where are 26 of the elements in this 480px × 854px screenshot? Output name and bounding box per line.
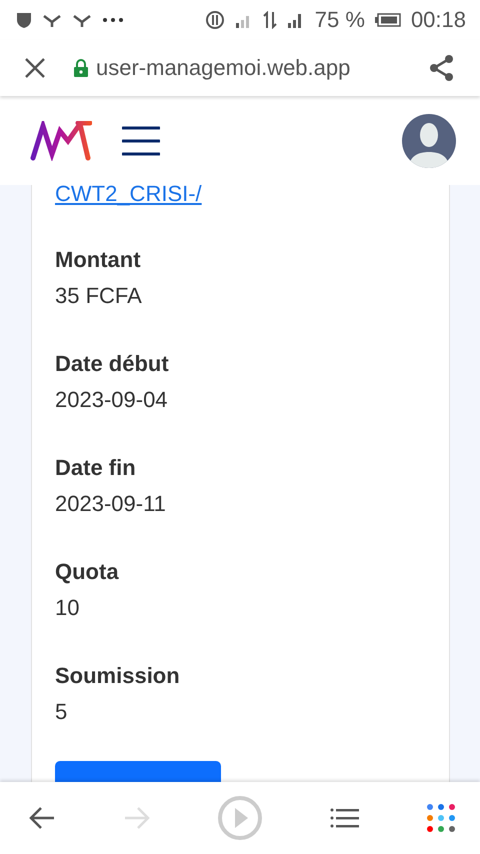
field-label: Quota [55, 559, 120, 585]
field-label: Date début [55, 351, 170, 377]
field-value: 35 FCFA [55, 283, 143, 309]
field-label: Date fin [55, 455, 137, 481]
battery-percentage: 75 % [314, 7, 365, 33]
field-value: 10 [55, 595, 80, 621]
battery-icon [374, 13, 401, 27]
share-icon[interactable] [428, 54, 456, 82]
field-label: Montant [55, 247, 142, 273]
more-icon [102, 17, 124, 23]
menu-icon[interactable] [122, 124, 160, 156]
data-transfer-icon [262, 11, 277, 29]
back-icon[interactable] [28, 806, 56, 830]
field-value: 5 [55, 699, 68, 725]
avatar-icon[interactable] [402, 114, 456, 168]
close-icon[interactable] [24, 57, 46, 79]
apps-icon[interactable] [426, 803, 456, 833]
clock: 00:18 [410, 7, 466, 33]
reference-link[interactable]: CWT2_CRISI-/ [55, 185, 202, 207]
shield-icon [16, 11, 32, 29]
field-value: 2023-09-11 [55, 491, 167, 517]
list-icon[interactable] [330, 808, 360, 828]
logo-icon[interactable] [30, 120, 92, 160]
field-label: Soumission [55, 663, 181, 689]
field-value: 2023-09-04 [55, 387, 169, 413]
url-text[interactable]: user-managemoi.web.app [96, 55, 420, 81]
